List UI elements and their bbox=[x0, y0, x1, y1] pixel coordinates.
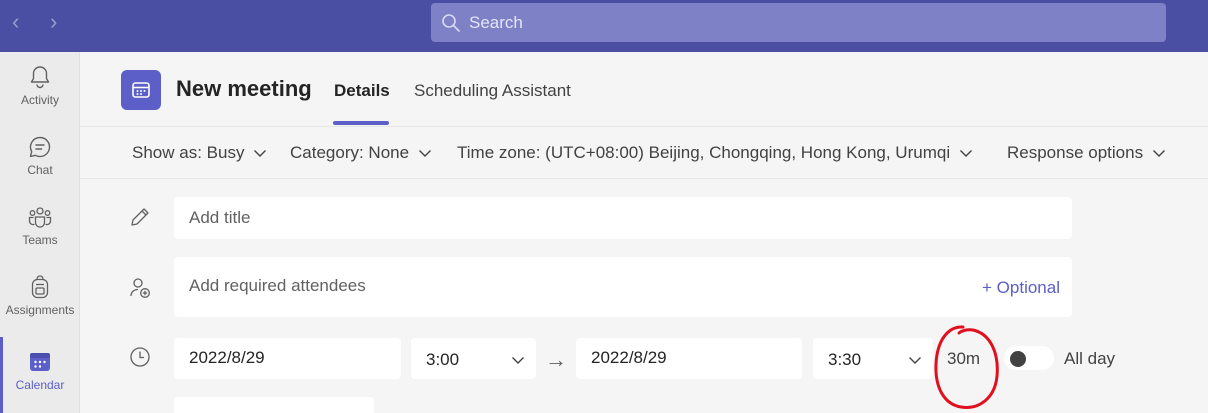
end-date-value: 2022/8/29 bbox=[591, 348, 667, 367]
attendees-placeholder: Add required attendees bbox=[189, 276, 366, 295]
rail-label-calendar: Calendar bbox=[15, 378, 65, 392]
chevron-down-icon bbox=[960, 150, 973, 157]
rail-label-activity: Activity bbox=[20, 93, 59, 107]
show-as-label: Show as: Busy bbox=[132, 143, 245, 162]
app-rail: Activity Chat Teams Assignments Calendar bbox=[0, 52, 80, 413]
rail-item-chat[interactable]: Chat bbox=[0, 122, 80, 188]
rail-item-activity[interactable]: Activity bbox=[0, 52, 80, 118]
meeting-options-bar: Show as: Busy Category: None Time zone: … bbox=[80, 127, 1208, 179]
page-title: New meeting bbox=[176, 76, 312, 101]
add-person-icon bbox=[130, 278, 150, 298]
forward-arrow-icon[interactable]: › bbox=[50, 11, 70, 33]
backpack-icon bbox=[31, 275, 49, 299]
back-arrow-icon[interactable]: ‹ bbox=[12, 11, 32, 33]
category-label: Category: None bbox=[290, 143, 410, 162]
start-date-value: 2022/8/29 bbox=[189, 348, 265, 367]
search-input[interactable]: Search bbox=[431, 3, 1166, 42]
response-options-label: Response options bbox=[1007, 143, 1144, 162]
toggle-knob bbox=[1010, 351, 1026, 367]
attendees-input[interactable]: Add required attendees + Optional bbox=[174, 257, 1072, 317]
title-input[interactable]: Add title bbox=[174, 197, 1072, 239]
end-time-value: 3:30 bbox=[828, 350, 862, 369]
clock-icon bbox=[130, 347, 150, 367]
teams-icon bbox=[28, 207, 52, 228]
end-time-dropdown[interactable]: 3:30 bbox=[813, 338, 933, 379]
chevron-down-icon bbox=[419, 150, 432, 157]
all-day-label: All day bbox=[1064, 349, 1116, 368]
start-date-field[interactable]: 2022/8/29 bbox=[174, 338, 401, 379]
time-zone-dropdown[interactable]: Time zone: (UTC+08:00) Beijing, Chongqin… bbox=[457, 143, 974, 163]
search-placeholder: Search bbox=[469, 12, 523, 32]
add-optional-attendees-link[interactable]: + Optional bbox=[982, 278, 1060, 298]
title-placeholder: Add title bbox=[189, 208, 251, 227]
next-row-field[interactable] bbox=[174, 397, 374, 413]
meeting-header: New meeting Details Scheduling Assistant bbox=[80, 52, 1208, 127]
rail-item-calendar[interactable]: Calendar bbox=[0, 337, 80, 403]
rail-item-teams[interactable]: Teams bbox=[0, 192, 80, 258]
pencil-icon bbox=[131, 208, 149, 226]
all-day-toggle[interactable] bbox=[1004, 346, 1054, 370]
rail-label-assignments: Assignments bbox=[5, 303, 75, 317]
start-time-dropdown[interactable]: 3:00 bbox=[411, 338, 536, 379]
chevron-down-icon bbox=[512, 357, 524, 364]
active-tab-indicator bbox=[333, 121, 389, 125]
meeting-calendar-icon bbox=[121, 70, 161, 110]
search-icon bbox=[442, 13, 460, 32]
response-options-dropdown[interactable]: Response options bbox=[1007, 143, 1167, 163]
tab-scheduling-assistant[interactable]: Scheduling Assistant bbox=[414, 81, 571, 101]
chevron-down-icon bbox=[1153, 150, 1166, 157]
category-dropdown[interactable]: Category: None bbox=[290, 143, 433, 163]
show-as-dropdown[interactable]: Show as: Busy bbox=[132, 143, 268, 163]
chevron-down-icon bbox=[909, 357, 921, 364]
calendar-icon bbox=[30, 353, 50, 371]
top-bar: ‹ › Search bbox=[0, 0, 1208, 52]
rail-label-chat: Chat bbox=[27, 163, 53, 177]
red-annotation-circle bbox=[934, 325, 999, 409]
end-date-field[interactable]: 2022/8/29 bbox=[576, 338, 802, 379]
chat-icon bbox=[29, 136, 51, 158]
start-time-value: 3:00 bbox=[426, 350, 460, 369]
rail-label-teams: Teams bbox=[22, 233, 58, 247]
tab-details[interactable]: Details bbox=[334, 81, 390, 101]
arrow-right-icon: → bbox=[545, 347, 567, 372]
chevron-down-icon bbox=[254, 150, 267, 157]
bell-icon bbox=[30, 66, 50, 89]
rail-item-assignments[interactable]: Assignments bbox=[0, 262, 80, 328]
meeting-form: Add title Add required attendees + Optio… bbox=[80, 179, 1208, 413]
rail-active-indicator bbox=[0, 337, 3, 413]
time-zone-label: Time zone: (UTC+08:00) Beijing, Chongqin… bbox=[457, 143, 951, 162]
